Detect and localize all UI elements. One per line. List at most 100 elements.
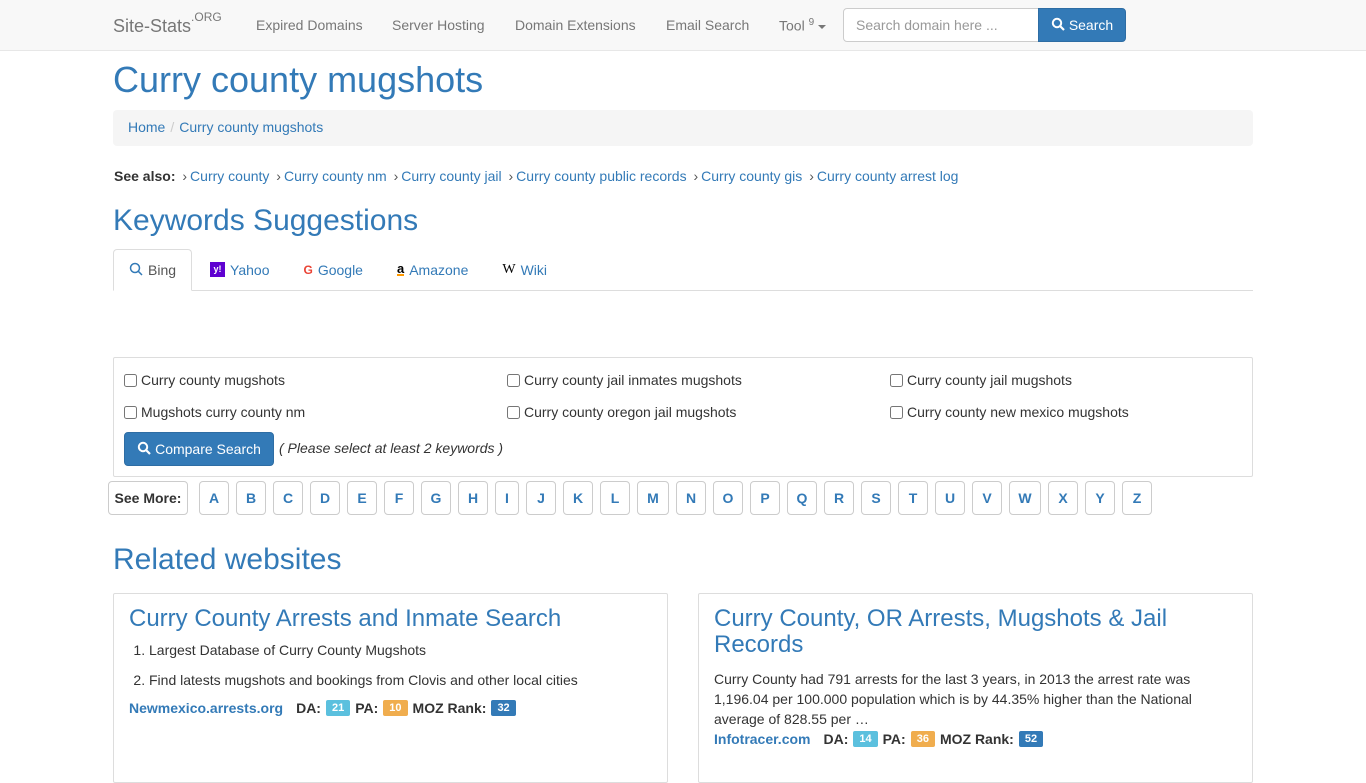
letter-link-n[interactable]: N <box>676 481 706 515</box>
letter-link-m[interactable]: M <box>637 481 669 515</box>
keyword-label: Curry county jail mugshots <box>907 372 1072 388</box>
letter-link-y[interactable]: Y <box>1085 481 1115 515</box>
see-also-link[interactable]: Curry county nm <box>284 168 387 184</box>
letter-link-z[interactable]: Z <box>1122 481 1152 515</box>
letter-link-c[interactable]: C <box>273 481 303 515</box>
see-also-link[interactable]: Curry county <box>190 168 269 184</box>
letter-link-t[interactable]: T <box>898 481 928 515</box>
site-metrics: Infotracer.com DA: 14 PA: 36 MOZ Rank: 52 <box>714 730 1237 747</box>
see-more-letters: See More: ABCDEFGHIJKLMNOPQRSTUVWXYZ <box>108 481 1159 515</box>
tab-yahoo[interactable]: y! Yahoo <box>194 249 285 290</box>
letter-link-d[interactable]: D <box>310 481 340 515</box>
keyword-label: Curry county jail inmates mugshots <box>524 372 742 388</box>
da-badge: 21 <box>325 700 351 717</box>
keyword-label: Curry county new mexico mugshots <box>907 404 1129 420</box>
letter-link-g[interactable]: G <box>421 481 451 515</box>
search-label: Search <box>1068 17 1114 33</box>
keyword-option[interactable]: Curry county oregon jail mugshots <box>507 404 736 420</box>
letter-link-v[interactable]: V <box>972 481 1002 515</box>
site-metrics: Newmexico.arrests.org DA: 21 PA: 10 MOZ Ra… <box>129 700 652 717</box>
keyword-checkbox[interactable] <box>890 405 903 419</box>
site-domain-link[interactable]: Infotracer.com <box>714 731 810 747</box>
da-badge: 14 <box>853 730 878 747</box>
related-card-list: Largest Database of Curry County Mugshot… <box>129 642 652 688</box>
nav-domain-extensions[interactable]: Domain Extensions <box>515 17 636 33</box>
related-card-description: Curry County had 791 arrests for the las… <box>714 670 1192 727</box>
letter-link-w[interactable]: W <box>1009 481 1041 515</box>
compare-hint: ( Please select at least 2 keywords ) <box>279 440 504 456</box>
brand-sup: .ORG <box>191 10 222 24</box>
search-engine-tabs: Bing y! Yahoo G Google a Amazone W Wiki <box>113 249 1253 291</box>
moz-label: MOZ Rank: <box>939 730 1014 747</box>
tab-amazone[interactable]: a Amazone <box>381 249 484 290</box>
related-card: Curry County, OR Arrests, Mugshots & Jai… <box>698 593 1253 783</box>
caret-down-icon <box>818 24 827 29</box>
letter-link-s[interactable]: S <box>861 481 891 515</box>
letter-link-p[interactable]: P <box>750 481 780 515</box>
see-also: See also: › Curry county › Curry county nm… <box>114 168 959 184</box>
breadcrumb-home[interactable]: Home <box>128 119 165 135</box>
related-card: Curry County Arrests and Inmate Search L… <box>113 593 668 783</box>
search-button[interactable]: Search <box>1038 8 1126 42</box>
keyword-option[interactable]: Curry county new mexico mugshots <box>890 404 1129 420</box>
keyword-option[interactable]: Curry county jail inmates mugshots <box>507 372 742 388</box>
letter-link-q[interactable]: Q <box>787 481 817 515</box>
letter-link-e[interactable]: E <box>347 481 377 515</box>
tool-count: 9 <box>808 17 815 28</box>
related-card-title[interactable]: Curry County Arrests and Inmate Search <box>129 605 561 632</box>
keyword-option[interactable]: Mugshots curry county nm <box>124 404 305 420</box>
letter-link-u[interactable]: U <box>935 481 965 515</box>
pa-badge: 36 <box>910 730 935 747</box>
letter-link-k[interactable]: K <box>563 481 593 515</box>
keyword-checkbox[interactable] <box>890 373 903 387</box>
nav-expired-domains[interactable]: Expired Domains <box>256 17 363 33</box>
nav-email-search[interactable]: Email Search <box>666 17 749 33</box>
tool-label: Tool <box>779 17 805 34</box>
letter-link-o[interactable]: O <box>713 481 743 515</box>
see-also-link[interactable]: Curry county gis <box>701 168 802 184</box>
letter-link-r[interactable]: R <box>824 481 854 515</box>
see-also-link[interactable]: Curry county jail <box>401 168 501 184</box>
keyword-label: Curry county mugshots <box>141 372 285 388</box>
keyword-checkbox[interactable] <box>124 405 137 419</box>
keyword-label: Curry county oregon jail mugshots <box>524 404 737 420</box>
letter-link-a[interactable]: A <box>199 481 229 515</box>
pa-badge: 10 <box>383 700 408 717</box>
tab-bing[interactable]: Bing <box>113 249 193 291</box>
keyword-checkbox[interactable] <box>507 405 520 419</box>
site-domain-link[interactable]: Newmexico.arrests.org <box>129 700 283 716</box>
see-more-label: See More: <box>108 481 188 515</box>
page-title: Curry county mugshots <box>113 59 484 100</box>
tab-label: Bing <box>148 262 177 278</box>
brand-logo[interactable]: Site-Stats.ORG <box>113 10 222 37</box>
letter-link-x[interactable]: X <box>1048 481 1078 515</box>
breadcrumb-current[interactable]: Curry county mugshots <box>179 119 323 135</box>
keyword-label: Mugshots curry county nm <box>141 404 306 420</box>
keyword-checkbox[interactable] <box>507 373 520 387</box>
tab-google[interactable]: G Google <box>287 249 379 290</box>
see-also-link[interactable]: Curry county public records <box>516 168 686 184</box>
letter-link-f[interactable]: F <box>384 481 414 515</box>
google-icon: G <box>303 262 313 277</box>
see-also-link[interactable]: Curry county arrest log <box>817 168 959 184</box>
keyword-checkbox[interactable] <box>124 373 137 387</box>
tab-wiki[interactable]: W Wiki <box>486 249 563 290</box>
letter-link-h[interactable]: H <box>458 481 488 515</box>
moz-label: MOZ Rank: <box>412 700 487 717</box>
keyword-option[interactable]: Curry county mugshots <box>124 372 285 388</box>
see-also-label: See also: <box>114 168 176 184</box>
letter-link-i[interactable]: I <box>495 481 519 515</box>
search-icon <box>137 441 151 458</box>
letter-link-j[interactable]: J <box>526 481 556 515</box>
navbar: Site-Stats.ORG Expired Domains Server Ho… <box>0 0 1366 51</box>
related-card-title[interactable]: Curry County, OR Arrests, Mugshots & Jai… <box>714 605 1167 658</box>
nav-server-hosting[interactable]: Server Hosting <box>392 17 485 33</box>
keywords-heading: Keywords Suggestions <box>113 204 419 237</box>
letter-link-b[interactable]: B <box>236 481 266 515</box>
domain-search-input[interactable] <box>843 8 1039 42</box>
keyword-option[interactable]: Curry county jail mugshots <box>890 372 1072 388</box>
list-item: Find latests mugshots and bookings from … <box>149 672 652 688</box>
compare-search-button[interactable]: Compare Search <box>124 432 274 466</box>
nav-tool-dropdown[interactable]: Tool 9 <box>779 17 827 34</box>
letter-link-l[interactable]: L <box>600 481 630 515</box>
